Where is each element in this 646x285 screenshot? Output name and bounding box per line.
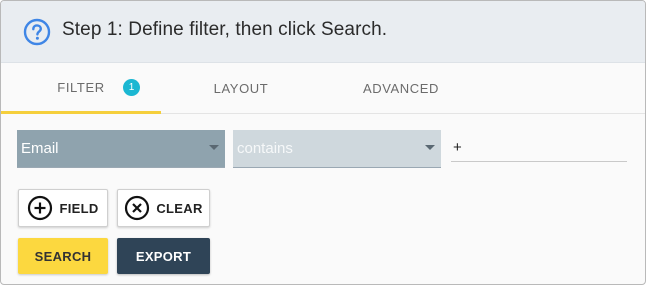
clear-button[interactable]: CLEAR	[117, 189, 210, 227]
search-button-label: SEARCH	[34, 248, 92, 264]
tab-filter[interactable]: FILTER 1	[1, 64, 161, 114]
chevron-down-icon	[425, 145, 435, 150]
add-field-button[interactable]: FIELD	[18, 189, 108, 227]
step-header: Step 1: Define filter, then click Search…	[1, 1, 645, 63]
add-circle-icon	[28, 195, 53, 221]
chevron-down-icon	[209, 145, 219, 150]
filter-panel: Step 1: Define filter, then click Search…	[0, 0, 646, 285]
filter-value-input[interactable]	[451, 134, 627, 162]
close-circle-icon	[125, 195, 150, 221]
tab-advanced[interactable]: ADVANCED	[321, 64, 481, 113]
search-button[interactable]: SEARCH	[18, 238, 108, 274]
tab-bar: FILTER 1 LAYOUT ADVANCED	[1, 64, 645, 114]
step-title: Step 1: Define filter, then click Search…	[62, 19, 388, 40]
tab-filter-label: FILTER	[57, 80, 105, 95]
clear-button-label: CLEAR	[156, 200, 203, 216]
tab-layout[interactable]: LAYOUT	[161, 64, 321, 113]
tab-advanced-label: ADVANCED	[362, 81, 440, 96]
export-button[interactable]: EXPORT	[117, 238, 210, 274]
add-field-button-label: FIELD	[59, 200, 99, 216]
operator-select[interactable]: contains	[233, 130, 441, 168]
field-select-value: Email	[21, 140, 59, 157]
filter-count-badge: 1	[123, 79, 140, 96]
operator-select-value: contains	[237, 140, 293, 157]
field-select[interactable]: Email	[17, 130, 225, 168]
help-icon	[23, 18, 51, 46]
export-button-label: EXPORT	[135, 248, 192, 264]
tab-layout-label: LAYOUT	[213, 81, 269, 96]
